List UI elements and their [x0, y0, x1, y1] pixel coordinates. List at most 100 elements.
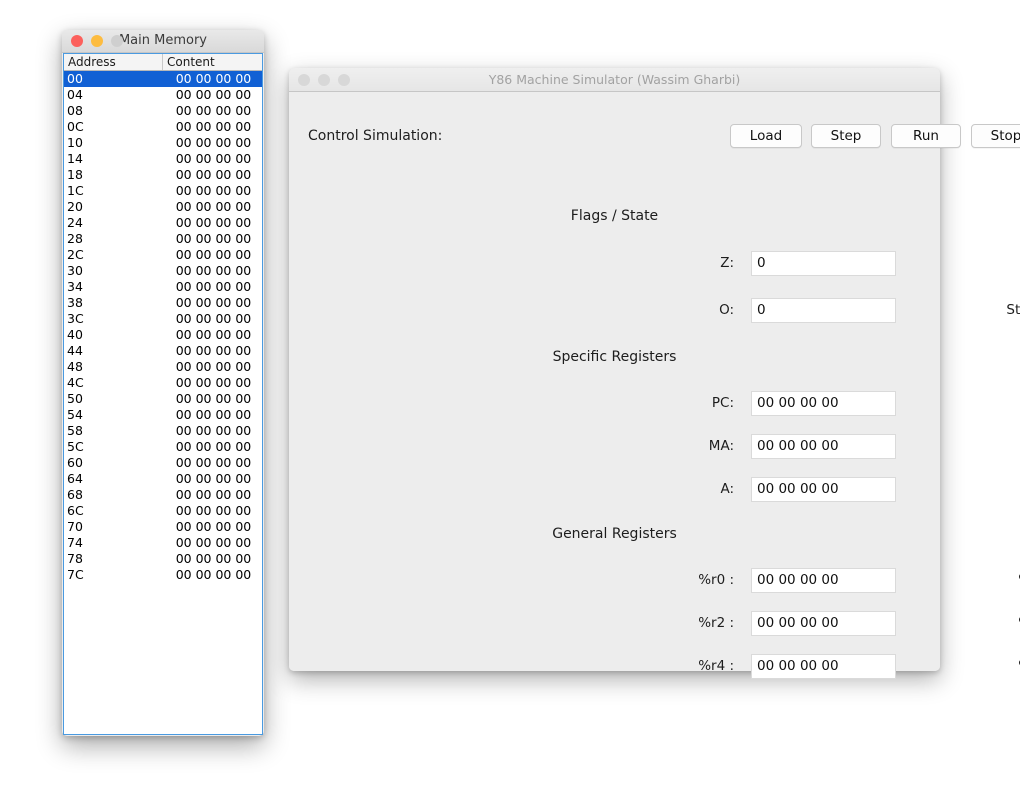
- memory-address-cell: 7C: [67, 567, 84, 582]
- table-row[interactable]: 3C 00 00 00 00: [64, 311, 262, 327]
- status-label: Status:: [1006, 302, 1020, 318]
- close-icon[interactable]: [71, 35, 83, 47]
- memory-address-cell: 54: [67, 407, 83, 422]
- memory-address-cell: 3C: [67, 311, 84, 326]
- register-pc-field[interactable]: 00 00 00 00: [751, 391, 896, 416]
- section-title-specific-registers: Specific Registers: [552, 349, 677, 365]
- table-row[interactable]: 2C 00 00 00 00: [64, 247, 262, 263]
- register-ma-label: MA:: [708, 438, 734, 454]
- register-r3-label: %r3 :: [909, 612, 1020, 634]
- column-header-address[interactable]: Address: [64, 54, 162, 70]
- column-header-content[interactable]: Content: [162, 54, 262, 70]
- memory-content-cell: 00 00 00 00: [175, 471, 252, 486]
- memory-address-cell: 08: [67, 103, 83, 118]
- memory-address-cell: 00: [67, 71, 83, 86]
- simulator-content: Control Simulation: LoadStepRunStopReset…: [289, 92, 1020, 679]
- table-row[interactable]: 50 00 00 00 00: [64, 391, 262, 407]
- table-row[interactable]: 70 00 00 00 00: [64, 519, 262, 535]
- run-button[interactable]: Run: [891, 124, 961, 148]
- zoom-icon[interactable]: [338, 73, 350, 86]
- memory-address-cell: 20: [67, 199, 83, 214]
- table-row[interactable]: 48 00 00 00 00: [64, 359, 262, 375]
- register-a-field[interactable]: 00 00 00 00: [751, 477, 896, 502]
- table-row[interactable]: 54 00 00 00 00: [64, 407, 262, 423]
- memory-content-cell: 00 00 00 00: [175, 279, 252, 294]
- register-r0-field[interactable]: 00 00 00 00: [751, 568, 896, 593]
- table-row[interactable]: 18 00 00 00 00: [64, 167, 262, 183]
- table-row[interactable]: 24 00 00 00 00: [64, 215, 262, 231]
- memory-content-cell: 00 00 00 00: [175, 183, 252, 198]
- table-row[interactable]: 38 00 00 00 00: [64, 295, 262, 311]
- table-row[interactable]: 74 00 00 00 00: [64, 535, 262, 551]
- memory-content-cell: 00 00 00 00: [175, 535, 252, 550]
- table-row[interactable]: 34 00 00 00 00: [64, 279, 262, 295]
- memory-content-cell: 00 00 00 00: [175, 407, 252, 422]
- register-md-label: MD:: [909, 435, 1020, 457]
- memory-address-cell: 48: [67, 359, 83, 374]
- memory-table[interactable]: Address Content 00 00 00 00 00 04 00 00 00 …: [63, 53, 263, 735]
- table-row[interactable]: 64 00 00 00 00: [64, 471, 262, 487]
- memory-address-cell: 44: [67, 343, 83, 358]
- memory-content-cell: 00 00 00 00: [175, 247, 252, 262]
- table-row[interactable]: 28 00 00 00 00: [64, 231, 262, 247]
- section-title-flags: Flags / State: [570, 208, 659, 224]
- table-row[interactable]: 14 00 00 00 00: [64, 151, 262, 167]
- memory-address-cell: 68: [67, 487, 83, 502]
- table-row[interactable]: 58 00 00 00 00: [64, 423, 262, 439]
- table-row[interactable]: 10 00 00 00 00: [64, 135, 262, 151]
- table-row[interactable]: 30 00 00 00 00: [64, 263, 262, 279]
- memory-address-cell: 5C: [67, 439, 84, 454]
- register-ma-field[interactable]: 00 00 00 00: [751, 434, 896, 459]
- memory-content-cell: 00 00 00 00: [175, 439, 252, 454]
- memory-content-cell: 00 00 00 00: [175, 503, 252, 518]
- register-a-label: A:: [720, 481, 734, 497]
- memory-address-cell: 4C: [67, 375, 84, 390]
- stop-button[interactable]: Stop: [971, 124, 1020, 148]
- simulator-traffic-lights: [298, 73, 350, 86]
- register-r4-field[interactable]: 00 00 00 00: [751, 654, 896, 679]
- memory-content-cell: 00 00 00 00: [175, 135, 252, 150]
- control-simulation-row: Control Simulation: LoadStepRunStopReset…: [289, 124, 1020, 148]
- table-row[interactable]: 7C 00 00 00 00: [64, 567, 262, 583]
- table-row[interactable]: 4C 00 00 00 00: [64, 375, 262, 391]
- flag-z-field[interactable]: 0: [751, 251, 896, 276]
- memory-address-cell: 04: [67, 87, 83, 102]
- table-row[interactable]: 60 00 00 00 00: [64, 455, 262, 471]
- table-row[interactable]: 0C 00 00 00 00: [64, 119, 262, 135]
- memory-address-cell: 24: [67, 215, 83, 230]
- minimize-icon[interactable]: [91, 35, 103, 47]
- table-row[interactable]: 08 00 00 00 00: [64, 103, 262, 119]
- table-row[interactable]: 40 00 00 00 00: [64, 327, 262, 343]
- table-row[interactable]: 1C 00 00 00 00: [64, 183, 262, 199]
- memory-content-cell: 00 00 00 00: [175, 519, 252, 534]
- memory-address-cell: 78: [67, 551, 83, 566]
- simulator-titlebar[interactable]: Y86 Machine Simulator (Wassim Gharbi): [289, 68, 940, 92]
- minimize-icon[interactable]: [318, 73, 330, 86]
- memory-content-cell: 00 00 00 00: [175, 327, 252, 342]
- memory-table-header: Address Content: [64, 54, 262, 71]
- flag-z-label: Z:: [720, 255, 734, 271]
- register-r2-field[interactable]: 00 00 00 00: [751, 611, 896, 636]
- load-button[interactable]: Load: [730, 124, 802, 148]
- memory-content-cell: 00 00 00 00: [175, 455, 252, 470]
- memory-titlebar[interactable]: Main Memory: [62, 30, 264, 53]
- simulator-window-title: Y86 Machine Simulator (Wassim Gharbi): [488, 72, 741, 87]
- flag-o-field[interactable]: 0: [751, 298, 896, 323]
- table-row[interactable]: 6C 00 00 00 00: [64, 503, 262, 519]
- memory-address-cell: 6C: [67, 503, 84, 518]
- memory-row-list: 00 00 00 00 00 04 00 00 00 00 08 00 00 00 00 0…: [64, 71, 262, 583]
- register-pc-label: PC:: [711, 395, 734, 411]
- table-row[interactable]: 20 00 00 00 00: [64, 199, 262, 215]
- table-row[interactable]: 5C 00 00 00 00: [64, 439, 262, 455]
- table-row[interactable]: 04 00 00 00 00: [64, 87, 262, 103]
- memory-content-cell: 00 00 00 00: [175, 567, 252, 582]
- close-icon[interactable]: [298, 73, 310, 86]
- step-button[interactable]: Step: [811, 124, 881, 148]
- memory-content-cell: 00 00 00 00: [175, 167, 252, 182]
- table-row[interactable]: 44 00 00 00 00: [64, 343, 262, 359]
- table-row[interactable]: 00 00 00 00 00: [64, 71, 262, 87]
- memory-content-cell: 00 00 00 00: [175, 119, 252, 134]
- table-row[interactable]: 68 00 00 00 00: [64, 487, 262, 503]
- table-row[interactable]: 78 00 00 00 00: [64, 551, 262, 567]
- register-c-label: C:: [909, 478, 1020, 500]
